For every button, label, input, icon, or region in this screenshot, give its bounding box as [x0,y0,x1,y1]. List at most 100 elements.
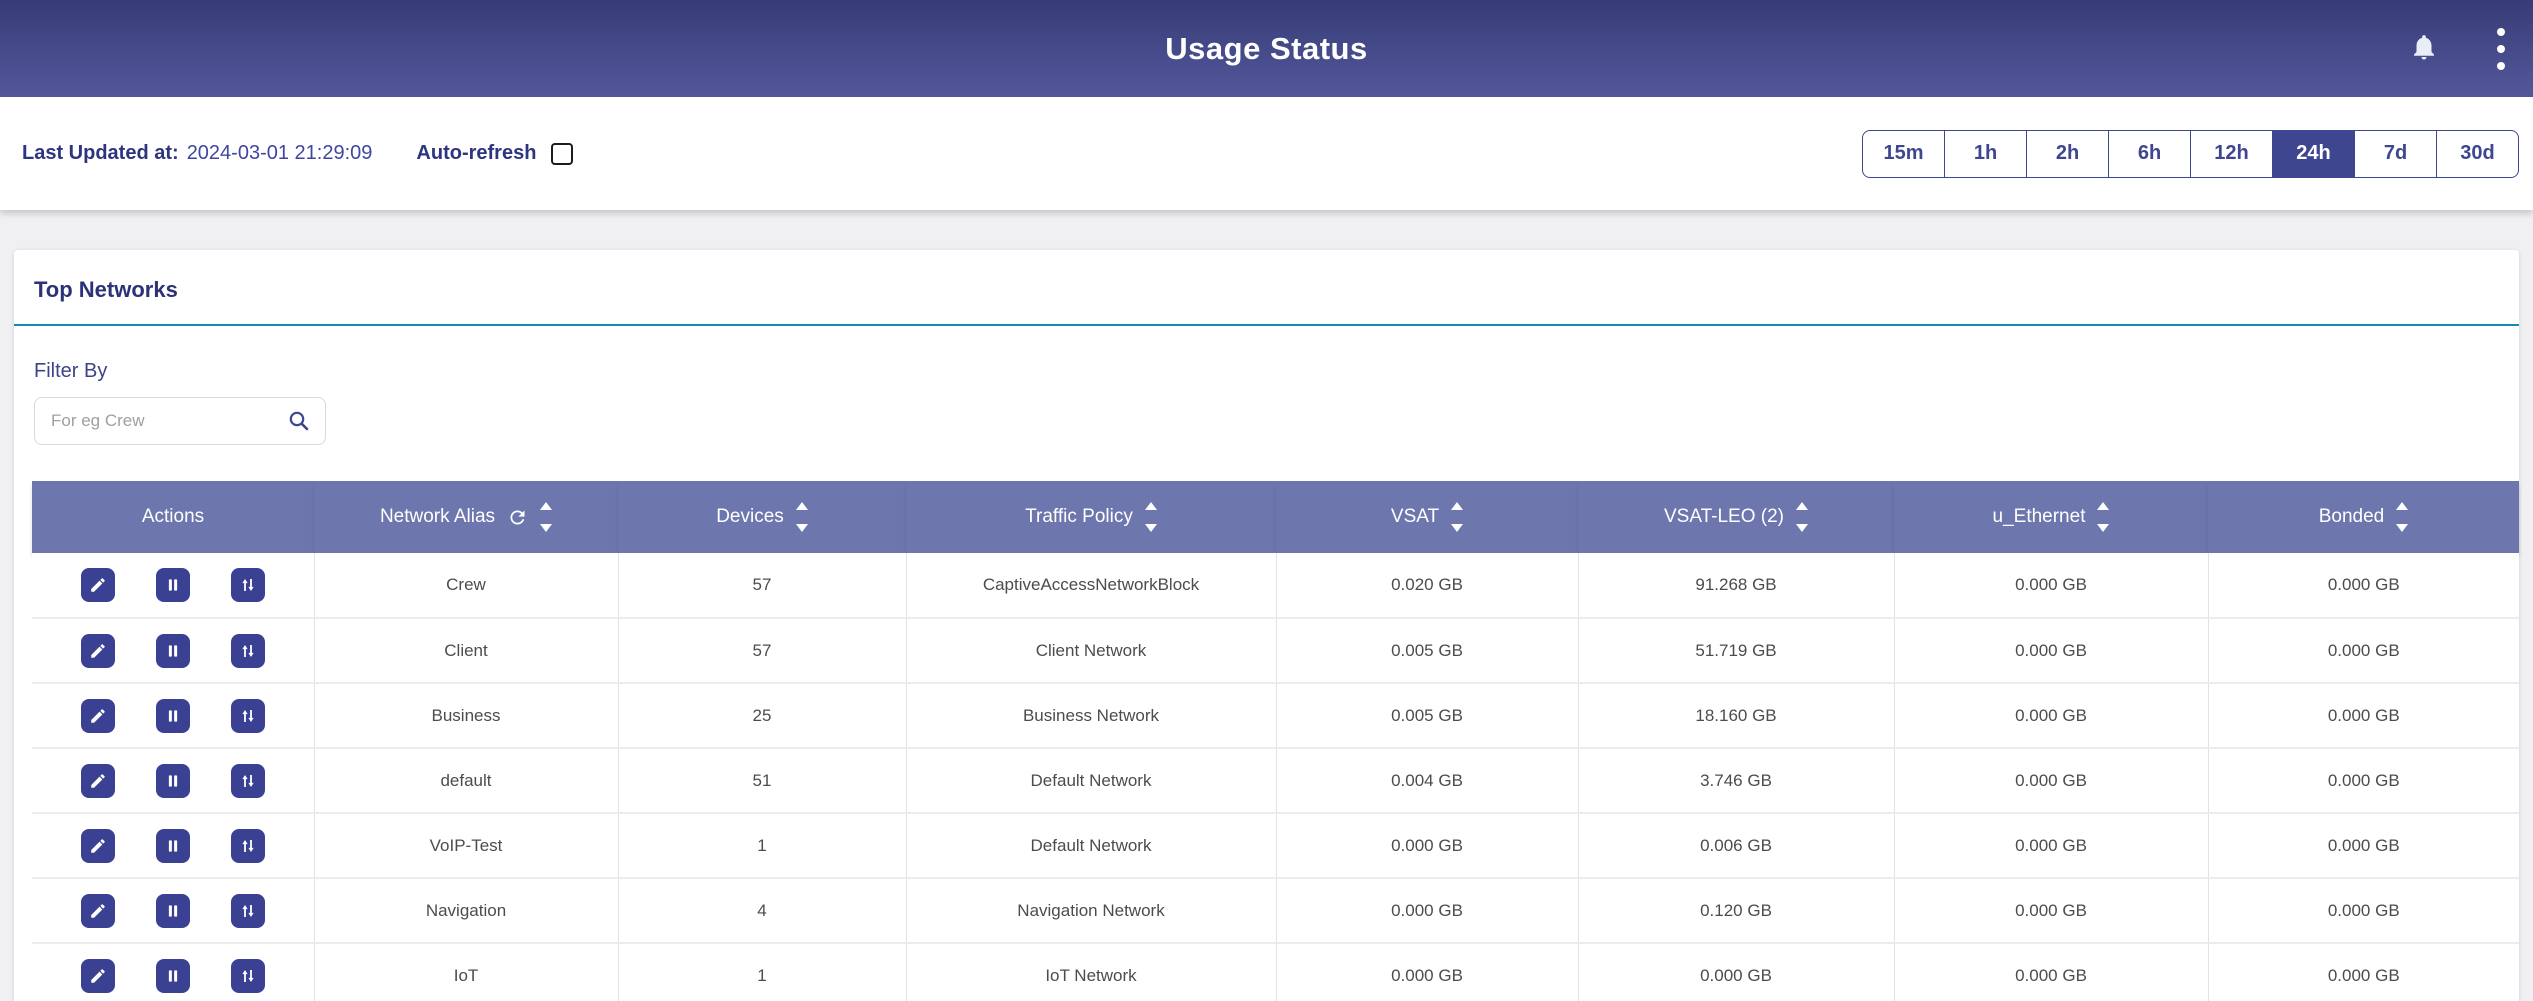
edit-button[interactable] [81,764,115,798]
filter-search-box [34,397,326,445]
up-down-arrows-icon [239,837,257,855]
pencil-icon [89,576,107,594]
u-ethernet-cell: 0.000 GB [1894,683,2208,748]
refresh-icon[interactable] [507,507,528,528]
networks-table: Actions Network Alias Devices [32,481,2519,1001]
traffic-policy-cell: Business Network [906,683,1276,748]
sort-control[interactable] [540,502,552,532]
devices-cell: 25 [618,683,906,748]
notifications-button[interactable] [2409,31,2439,66]
sort-control[interactable] [1451,502,1463,532]
filter-by-label: Filter By [34,360,2499,383]
network-alias-cell: IoT [314,943,618,1001]
table-row: default 51 Default Network 0.004 GB 3.74… [32,748,2519,813]
edit-button[interactable] [81,699,115,733]
vsat-leo-cell: 0.000 GB [1578,943,1894,1001]
traffic-policy-cell: CaptiveAccessNetworkBlock [906,553,1276,618]
auto-refresh-checkbox[interactable] [551,143,573,165]
bonded-cell: 0.000 GB [2208,878,2519,943]
sort-control[interactable] [2396,502,2408,532]
edit-button[interactable] [81,959,115,993]
pencil-icon [89,967,107,985]
range-button-24h[interactable]: 24h [2272,130,2355,178]
edit-button[interactable] [81,829,115,863]
column-header-vsat: VSAT [1276,481,1578,553]
sort-control[interactable] [796,502,808,532]
bonded-cell: 0.000 GB [2208,943,2519,1001]
actions-cell [32,943,314,1001]
table-row: Business 25 Business Network 0.005 GB 18… [32,683,2519,748]
range-button-7d[interactable]: 7d [2354,130,2437,178]
last-updated-value: 2024-03-01 21:29:09 [187,142,373,165]
pause-button[interactable] [156,699,190,733]
app-header: Usage Status [0,0,2533,97]
pause-button[interactable] [156,568,190,602]
vsat-leo-cell: 0.120 GB [1578,878,1894,943]
range-button-30d[interactable]: 30d [2436,130,2519,178]
updown-arrows-button[interactable] [231,959,265,993]
sort-control[interactable] [2097,502,2109,532]
vsat-leo-cell: 0.006 GB [1578,813,1894,878]
pencil-icon [89,902,107,920]
range-button-15m[interactable]: 15m [1862,130,1945,178]
updown-arrows-button[interactable] [231,829,265,863]
top-networks-card: Top Networks Filter By Actions [14,250,2519,1001]
devices-cell: 1 [618,943,906,1001]
devices-cell: 51 [618,748,906,813]
edit-button[interactable] [81,634,115,668]
card-title-row: Top Networks [14,250,2519,326]
sort-control[interactable] [1145,502,1157,532]
traffic-policy-cell: IoT Network [906,943,1276,1001]
table-row: Crew 57 CaptiveAccessNetworkBlock 0.020 … [32,553,2519,618]
networks-table-header: Actions Network Alias Devices [32,481,2519,553]
network-alias-cell: VoIP-Test [314,813,618,878]
range-button-1h[interactable]: 1h [1944,130,2027,178]
search-icon[interactable] [287,409,311,433]
column-header-bonded: Bonded [2208,481,2519,553]
actions-cell [32,878,314,943]
updown-arrows-button[interactable] [231,894,265,928]
devices-cell: 4 [618,878,906,943]
up-down-arrows-icon [239,576,257,594]
column-header-network-alias: Network Alias [314,481,618,553]
time-range-group: 15m1h2h6h12h24h7d30d [1862,130,2519,178]
u-ethernet-cell: 0.000 GB [1894,748,2208,813]
edit-button[interactable] [81,568,115,602]
pause-icon [164,837,182,855]
network-alias-cell: default [314,748,618,813]
updown-arrows-button[interactable] [231,699,265,733]
range-button-6h[interactable]: 6h [2108,130,2191,178]
filter-search-input[interactable] [51,411,287,431]
column-header-actions: Actions [32,481,314,553]
range-button-2h[interactable]: 2h [2026,130,2109,178]
devices-cell: 1 [618,813,906,878]
column-header-traffic-policy: Traffic Policy [906,481,1276,553]
sort-control[interactable] [1796,502,1808,532]
pause-icon [164,967,182,985]
actions-cell [32,553,314,618]
pause-icon [164,642,182,660]
pause-button[interactable] [156,894,190,928]
edit-button[interactable] [81,894,115,928]
traffic-policy-cell: Default Network [906,748,1276,813]
bonded-cell: 0.000 GB [2208,813,2519,878]
pause-button[interactable] [156,959,190,993]
updown-arrows-button[interactable] [231,764,265,798]
actions-cell [32,683,314,748]
network-alias-cell: Crew [314,553,618,618]
vsat-cell: 0.000 GB [1276,878,1578,943]
header-actions [2409,0,2505,97]
pause-button[interactable] [156,764,190,798]
pause-button[interactable] [156,829,190,863]
vsat-cell: 0.004 GB [1276,748,1578,813]
updown-arrows-button[interactable] [231,568,265,602]
range-button-12h[interactable]: 12h [2190,130,2273,178]
actions-cell [32,618,314,683]
vsat-leo-cell: 51.719 GB [1578,618,1894,683]
pause-button[interactable] [156,634,190,668]
network-alias-cell: Business [314,683,618,748]
more-options-button[interactable] [2497,28,2505,70]
network-alias-cell: Client [314,618,618,683]
updown-arrows-button[interactable] [231,634,265,668]
u-ethernet-cell: 0.000 GB [1894,878,2208,943]
